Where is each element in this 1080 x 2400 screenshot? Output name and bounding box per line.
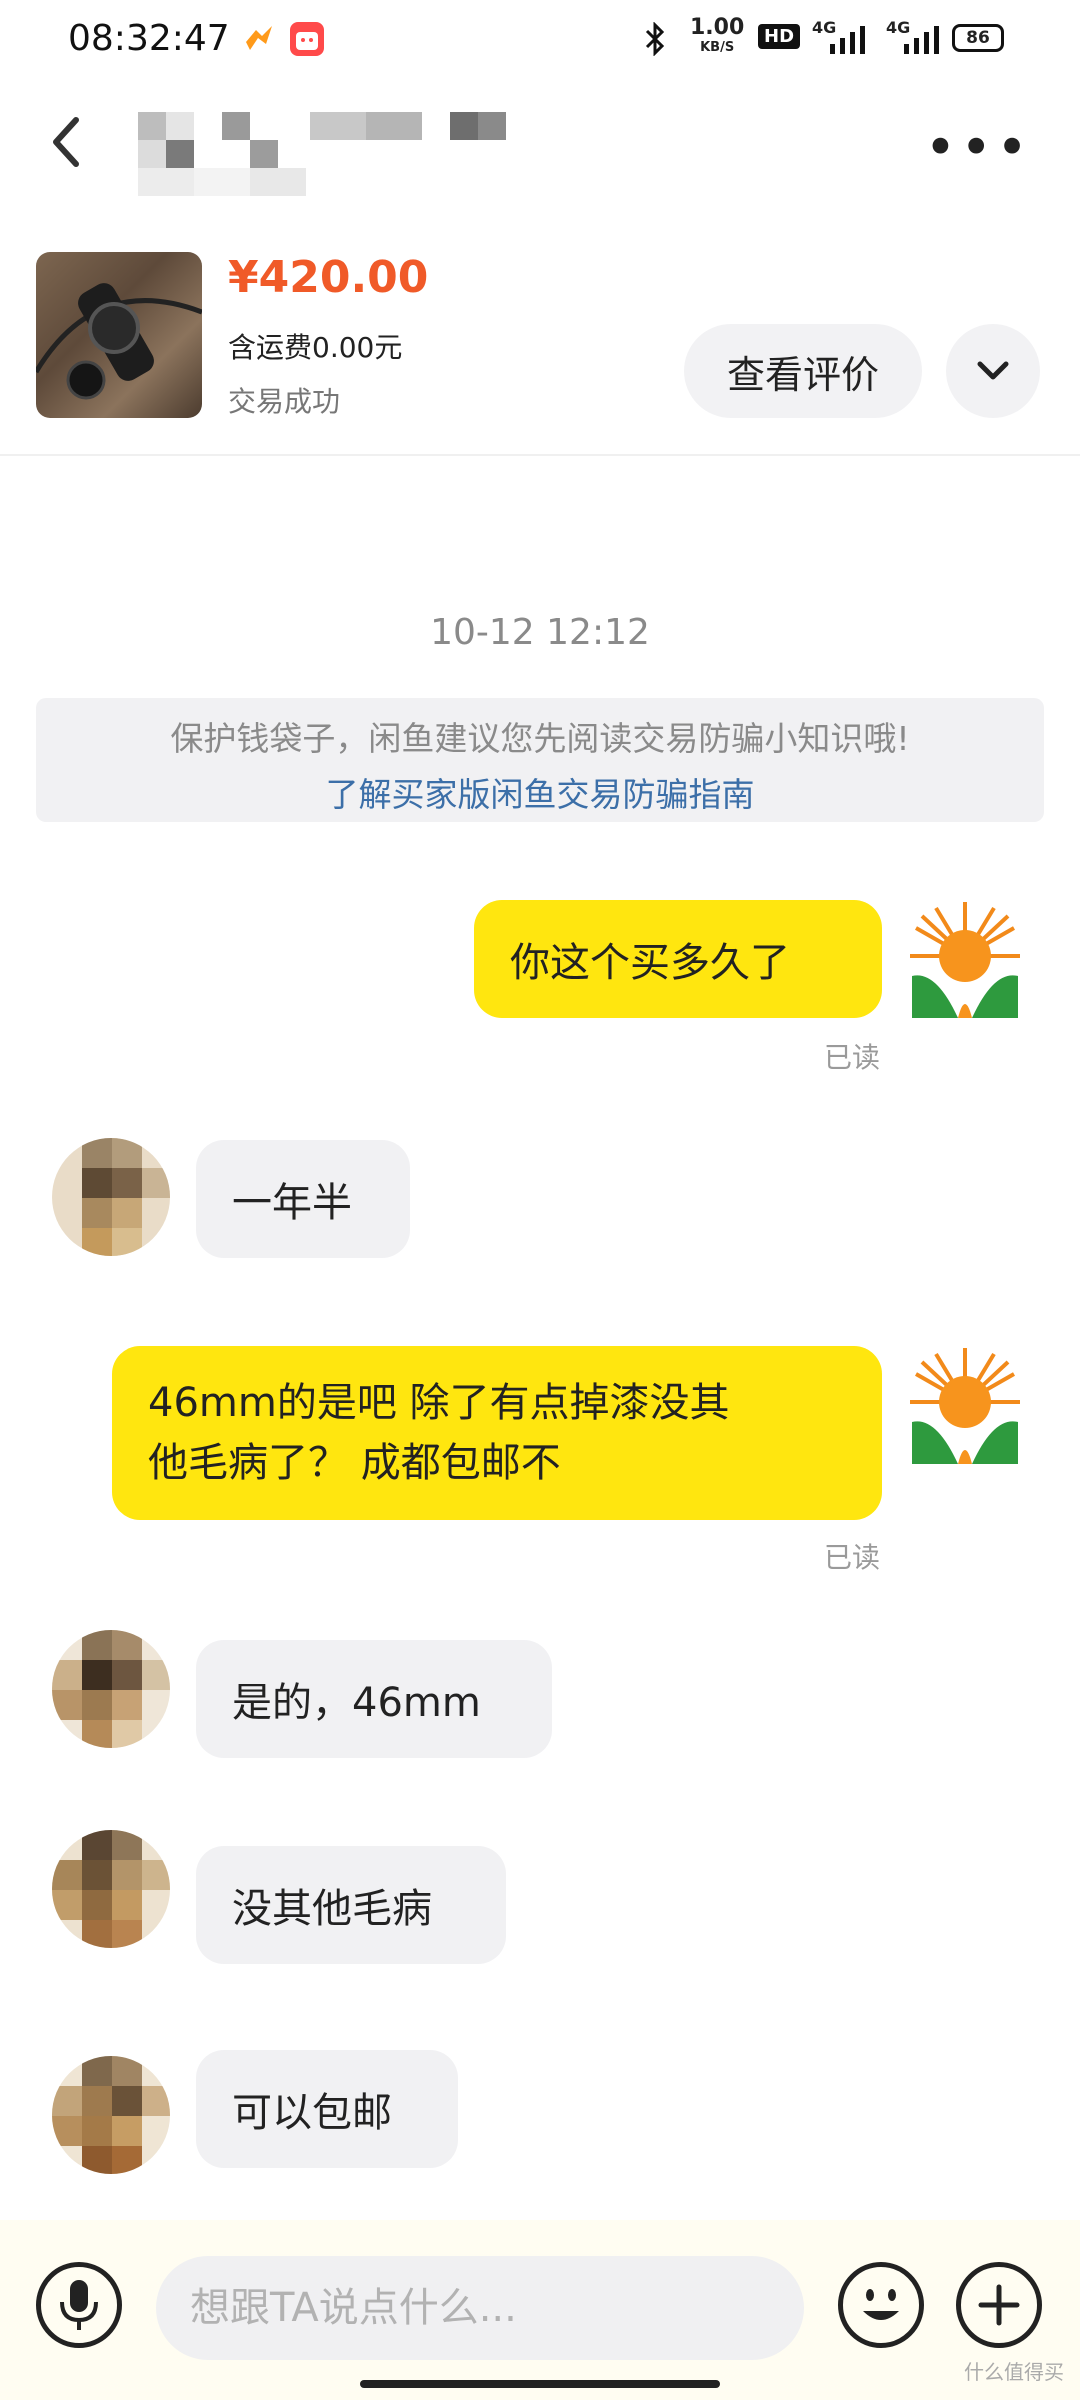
peer-avatar[interactable]: [52, 2056, 170, 2174]
microphone-icon: [60, 2280, 98, 2330]
shipping-fee: 含运费0.00元: [228, 331, 403, 364]
watch-image: [36, 283, 202, 400]
peer-avatar-blurred: [52, 1138, 170, 1256]
read-receipt: 已读: [824, 1541, 881, 1574]
peer-avatar-blurred: [52, 2056, 170, 2174]
message-text-line-2: 他毛病了？ 成都包邮不: [148, 1440, 561, 1486]
signal-icon: [826, 22, 870, 60]
message-text-line-1: 46mm的是吧 除了有点掉漆没其: [148, 1380, 730, 1426]
my-avatar[interactable]: [906, 1346, 1024, 1464]
chevron-down-icon: [977, 361, 1009, 380]
read-receipt: 已读: [824, 1041, 881, 1074]
app-notification-icon: [242, 22, 276, 56]
message-input[interactable]: [156, 2256, 804, 2360]
safety-notice: 保护钱袋子，闲鱼建议您先阅读交易防骗小知识哦! 了解买家版闲鱼交易防骗指南: [36, 698, 1044, 822]
message-text: 一年半: [232, 1180, 352, 1226]
anti-fraud-guide-link[interactable]: 了解买家版闲鱼交易防骗指南: [36, 768, 1044, 816]
bluetooth-icon: [640, 21, 670, 62]
message-text: 可以包邮: [232, 2090, 392, 2136]
watermark: 什么值得买: [964, 2360, 1064, 2384]
peer-avatar-blurred: [52, 1830, 170, 1948]
chevron-left-icon: [53, 117, 79, 167]
product-thumbnail[interactable]: [36, 252, 202, 418]
message-text: 没其他毛病: [232, 1886, 432, 1932]
view-review-button[interactable]: 查看评价: [684, 324, 922, 418]
home-indicator[interactable]: [360, 2380, 720, 2388]
message-text: 是的，46mm: [232, 1680, 481, 1726]
more-dots-icon: •••: [924, 116, 1032, 179]
status-time: 08:32:47: [68, 18, 230, 59]
message-bubble-incoming[interactable]: 是的，46mm: [196, 1640, 552, 1758]
expand-button[interactable]: [946, 324, 1040, 418]
more-options-button[interactable]: •••: [924, 121, 1032, 175]
contact-name-blurred: [138, 112, 518, 198]
peer-avatar-blurred: [52, 1630, 170, 1748]
product-price: ¥420.00: [228, 252, 429, 303]
trade-status: 交易成功: [228, 385, 341, 418]
voice-button[interactable]: [36, 2262, 122, 2348]
network-speed: 1.00 KB/S: [690, 15, 745, 56]
message-bubble-outgoing[interactable]: 46mm的是吧 除了有点掉漆没其 他毛病了？ 成都包邮不: [112, 1346, 882, 1520]
peer-avatar[interactable]: [52, 1630, 170, 1748]
battery-icon: 86: [952, 24, 1004, 52]
signal-icon-2: [900, 22, 944, 60]
message-bubble-incoming[interactable]: 没其他毛病: [196, 1846, 506, 1964]
my-avatar[interactable]: [906, 900, 1024, 1018]
emoji-button[interactable]: [838, 2262, 924, 2348]
plus-icon: [978, 2284, 1020, 2326]
message-text: 你这个买多久了: [510, 940, 790, 986]
hd-badge: HD: [758, 24, 801, 49]
chat-timestamp: 10-12 12:12: [430, 612, 650, 653]
message-bubble-outgoing[interactable]: 你这个买多久了: [474, 900, 882, 1018]
back-button[interactable]: [46, 112, 86, 176]
peer-avatar[interactable]: [52, 1830, 170, 1948]
message-bubble-incoming[interactable]: 一年半: [196, 1140, 410, 1258]
more-actions-button[interactable]: [956, 2262, 1042, 2348]
message-bubble-incoming[interactable]: 可以包邮: [196, 2050, 458, 2168]
smiley-icon: [863, 2289, 899, 2320]
peer-avatar[interactable]: [52, 1138, 170, 1256]
header-divider: [0, 454, 1080, 456]
safety-notice-text: 保护钱袋子，闲鱼建议您先阅读交易防骗小知识哦!: [170, 719, 910, 758]
shopping-app-icon: [290, 22, 324, 56]
